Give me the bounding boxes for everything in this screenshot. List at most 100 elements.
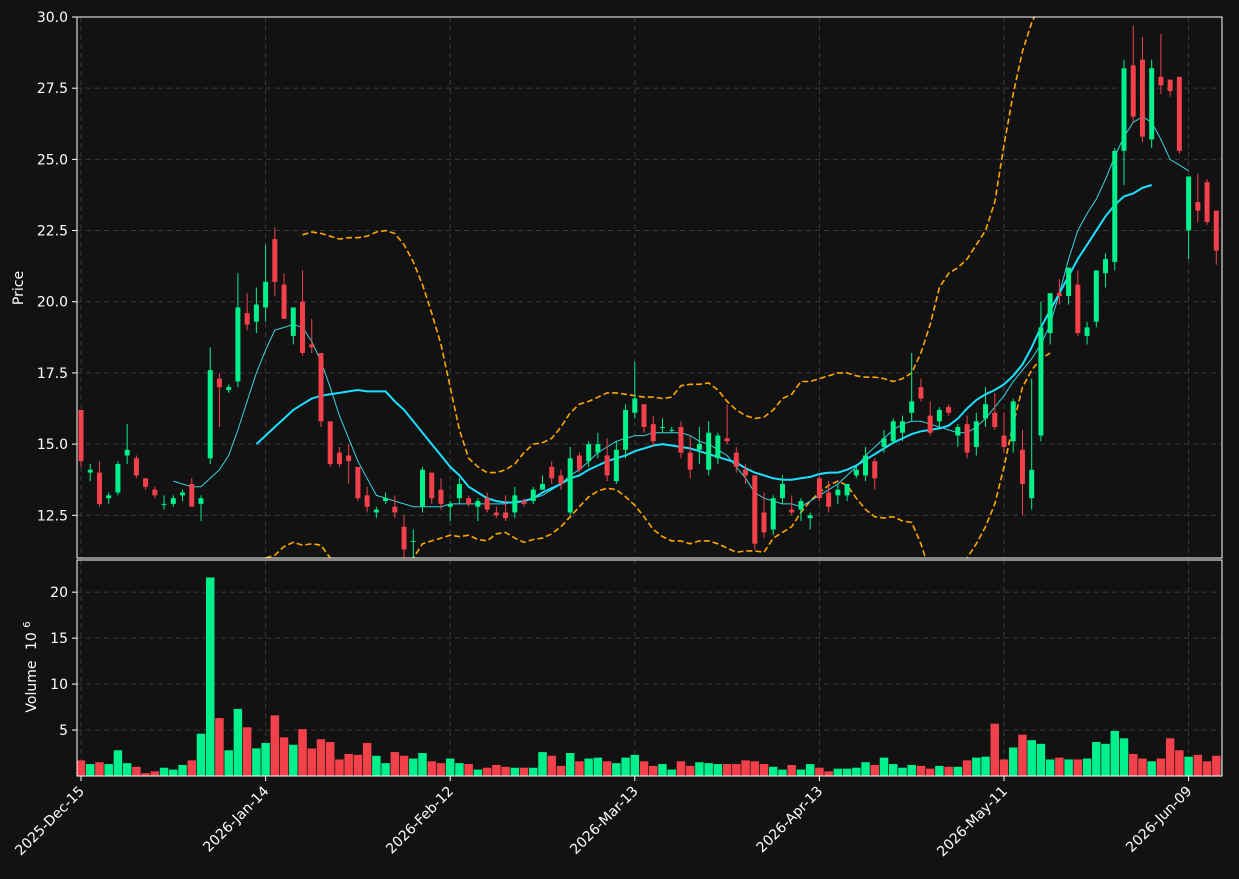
candle-body: [604, 455, 610, 476]
volume-bar: [879, 757, 889, 776]
candle-body: [779, 483, 785, 499]
volume-bar: [602, 761, 612, 776]
candle-body: [761, 512, 767, 533]
candle-body: [383, 498, 389, 502]
candle-body: [161, 503, 167, 505]
volume-bar: [335, 759, 344, 776]
candle-body: [429, 472, 435, 499]
volume-bar: [861, 762, 870, 776]
candle-body: [872, 461, 878, 479]
volume-bar: [630, 754, 640, 776]
candle-body: [863, 455, 869, 476]
volume-bar: [529, 767, 538, 776]
volume-bar: [658, 764, 667, 776]
volume-bar: [888, 764, 898, 776]
volume-bar: [685, 765, 695, 776]
candle-body: [1001, 435, 1007, 447]
candle-body: [909, 401, 915, 413]
candle-body: [309, 344, 315, 348]
candle-body: [1019, 449, 1025, 484]
candle-body: [207, 370, 213, 459]
volume-bar: [205, 577, 215, 776]
candle-body: [1139, 59, 1145, 137]
candle-body: [1038, 327, 1044, 436]
candle-body: [244, 313, 250, 325]
volume-bar: [815, 767, 824, 776]
volume-bar: [916, 765, 926, 776]
candle-body: [1056, 293, 1062, 297]
candle-body: [226, 387, 232, 391]
candle-body: [807, 515, 813, 519]
candle-body: [355, 466, 361, 499]
volume-bar: [584, 758, 593, 776]
candle-body: [743, 469, 749, 476]
candle-body: [503, 512, 509, 519]
volume-bar: [1101, 743, 1110, 776]
volume-bar: [510, 767, 520, 776]
volume-bar: [547, 755, 556, 776]
candle-body: [918, 387, 924, 399]
volume-bar: [575, 761, 584, 776]
candle-body: [1084, 327, 1090, 336]
candle-body: [1103, 259, 1109, 274]
candle-body: [1075, 284, 1081, 334]
candle-body: [1029, 469, 1035, 499]
volume-bar: [519, 767, 529, 776]
candle-body: [263, 281, 269, 308]
volume-bar: [999, 759, 1009, 776]
candle-body: [143, 478, 149, 487]
volume-tick-label: 20: [50, 585, 68, 601]
volume-bar: [796, 769, 806, 776]
volume-bar: [362, 742, 372, 776]
volume-bar: [907, 764, 916, 776]
candle-body: [853, 469, 859, 476]
price-tick-label: 12.5: [37, 508, 68, 524]
volume-bar: [1055, 757, 1064, 776]
candle-body: [1158, 76, 1164, 86]
candle-body: [936, 409, 942, 422]
candle-body: [540, 483, 545, 490]
volume-tick-label: 5: [59, 723, 68, 739]
candle-body: [927, 415, 933, 433]
price-tick-label: 15.0: [37, 437, 68, 453]
candle-body: [1204, 182, 1210, 223]
volume-bar: [85, 764, 95, 776]
volume-bar: [215, 718, 224, 776]
candle-body: [180, 492, 186, 496]
volume-bar: [538, 752, 547, 776]
candle-body: [576, 455, 582, 470]
volume-bar: [261, 742, 270, 776]
price-tick-label: 20.0: [37, 295, 68, 311]
volume-bar: [649, 765, 658, 776]
volume-bar: [639, 761, 649, 776]
volume-bar: [741, 760, 750, 776]
volume-bar: [953, 766, 963, 776]
candle-body: [567, 458, 573, 513]
volume-bar: [898, 767, 907, 776]
volume-bar: [1027, 740, 1036, 776]
volume-bar: [713, 764, 723, 776]
volume-bar: [353, 754, 363, 776]
candle-body: [687, 452, 693, 470]
candle-body: [632, 398, 638, 413]
candle-body: [346, 455, 352, 462]
candle-body: [1047, 293, 1053, 334]
candle-body: [715, 435, 721, 459]
candle-body: [613, 449, 619, 482]
volume-bar: [556, 765, 566, 776]
volume-bar: [298, 729, 307, 776]
candle-body: [521, 501, 527, 504]
candle-body: [733, 452, 739, 467]
price-tick-label: 27.5: [37, 81, 68, 97]
candle-body: [586, 444, 592, 462]
volume-bar: [1147, 761, 1156, 776]
candle-body: [1066, 267, 1072, 297]
candle-body: [789, 509, 795, 513]
candle-body: [816, 478, 822, 499]
candle-body: [401, 526, 407, 550]
candle-body: [484, 498, 490, 510]
candle-body: [798, 501, 804, 510]
volume-bar: [122, 763, 132, 776]
volume-bar: [852, 767, 861, 776]
candle-body: [216, 378, 222, 388]
